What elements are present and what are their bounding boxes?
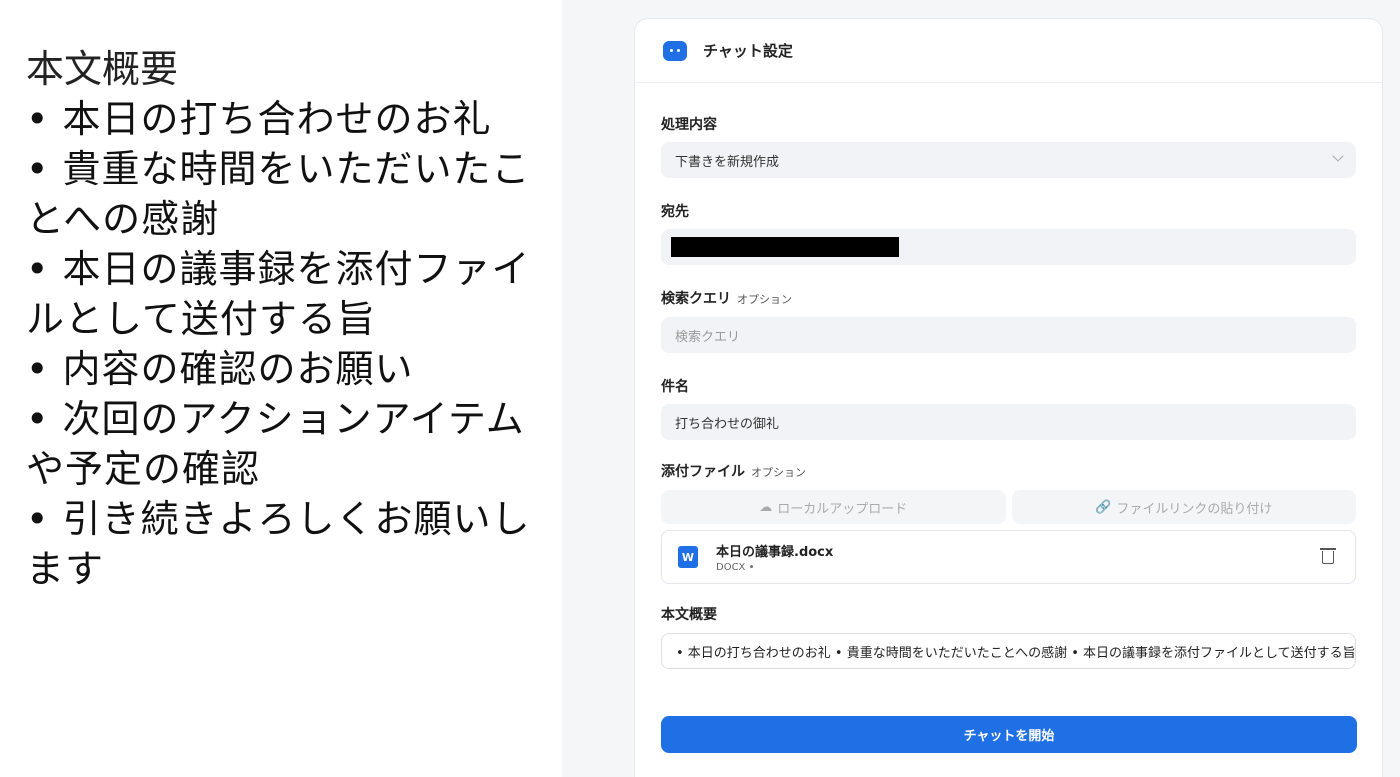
search-query-input[interactable]: 検索クエリ — [661, 317, 1356, 353]
local-upload-button[interactable]: ☁ ローカルアップロード — [661, 490, 1006, 524]
list-item: 本日の議事録を添付ファイルとして送付する旨 — [26, 244, 562, 344]
process-value: 下書きを新規作成 — [675, 154, 780, 170]
summary-heading: 本文概要 — [26, 47, 179, 91]
start-chat-button[interactable]: チャットを開始 — [661, 716, 1357, 753]
list-item: 内容の確認のお願い — [26, 344, 562, 394]
query-placeholder: 検索クエリ — [675, 329, 741, 345]
card-title: チャット設定 — [703, 42, 793, 60]
list-item: 貴重な時間をいただいたことへの感謝 — [26, 144, 562, 244]
summary-label: 本文概要 — [661, 607, 717, 623]
trash-icon[interactable] — [1320, 548, 1336, 564]
word-file-icon: W — [678, 546, 698, 568]
paste-link-button[interactable]: 🔗 ファイルリンクの貼り付け — [1011, 490, 1356, 524]
query-label: 検索クエリ オプション — [661, 291, 792, 307]
chevron-down-icon — [1332, 150, 1344, 162]
settings-form: 処理内容 下書きを新規作成 宛先 検索クエリ オプション 検索クエリ 件名 打ち合… — [635, 114, 1382, 669]
left-summary-panel: 本文概要 本日の打ち合わせのお礼 貴重な時間をいただいたことへの感謝 本日の議事… — [0, 0, 562, 777]
list-item: 本日の打ち合わせのお礼 — [26, 94, 562, 144]
list-item: 引き続きよろしくお願いします — [26, 494, 562, 594]
redacted-recipient — [671, 237, 899, 257]
attached-file: W 本日の議事録.docx DOCX • — [661, 530, 1356, 584]
summary-value: • 本日の打ち合わせのお礼 • 貴重な時間をいただいたことへの感謝 • 本日の議… — [676, 645, 1356, 661]
link-icon: 🔗 — [1095, 499, 1112, 515]
process-label: 処理内容 — [661, 117, 717, 133]
card-header: チャット設定 — [635, 19, 1382, 83]
file-name: 本日の議事録.docx — [716, 545, 834, 560]
process-select[interactable]: 下書きを新規作成 — [661, 142, 1356, 178]
summary-input[interactable]: • 本日の打ち合わせのお礼 • 貴重な時間をいただいたことへの感謝 • 本日の議… — [661, 633, 1356, 669]
subject-input[interactable]: 打ち合わせの御礼 — [661, 404, 1356, 440]
subject-label: 件名 — [661, 379, 689, 395]
bot-icon — [663, 40, 687, 61]
attach-label: 添付ファイル オプション — [661, 464, 806, 480]
list-item: 次回のアクションアイテムや予定の確認 — [26, 394, 562, 494]
cloud-upload-icon: ☁ — [759, 499, 773, 515]
subject-value: 打ち合わせの御礼 — [675, 416, 780, 432]
upload-row: ☁ ローカルアップロード 🔗 ファイルリンクの貼り付け — [661, 490, 1356, 524]
chat-settings-card: チャット設定 処理内容 下書きを新規作成 宛先 検索クエリ オプション 検索クエリ… — [634, 18, 1383, 777]
summary-list: 本日の打ち合わせのお礼 貴重な時間をいただいたことへの感謝 本日の議事録を添付フ… — [26, 94, 562, 594]
to-label: 宛先 — [661, 204, 689, 220]
file-meta: DOCX • — [716, 562, 755, 573]
to-field[interactable] — [661, 229, 1356, 265]
